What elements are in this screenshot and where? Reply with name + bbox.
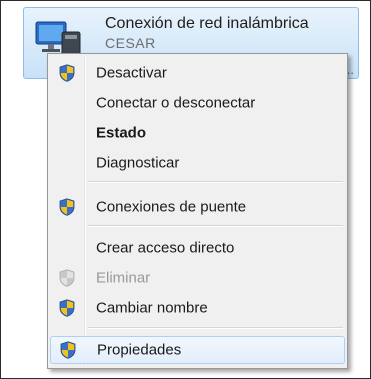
- menu-item-label: Cambiar nombre: [96, 299, 208, 317]
- menu-item-propiedades[interactable]: Propiedades: [50, 336, 345, 364]
- uac-shield-icon: [60, 341, 76, 359]
- menu-item-label: Diagnosticar: [96, 154, 180, 172]
- network-name: Conexión de red inalámbrica: [105, 15, 309, 32]
- menu-separator: [88, 225, 343, 227]
- menu-item-conexiones-puente[interactable]: Conexiones de puente: [50, 193, 345, 221]
- menu-item-label: Desactivar: [96, 64, 167, 82]
- menu-item-diagnosticar[interactable]: Diagnosticar: [50, 149, 345, 177]
- menu-separator: [88, 327, 343, 329]
- uac-shield-icon: [59, 64, 75, 82]
- menu-item-cambiar-nombre[interactable]: Cambiar nombre: [50, 294, 345, 322]
- menu-item-eliminar: Eliminar: [50, 264, 345, 292]
- menu-item-label: Eliminar: [96, 269, 151, 287]
- uac-shield-icon: [59, 299, 75, 317]
- menu-item-conectar-desconectar[interactable]: Conectar o desconectar: [50, 89, 345, 117]
- uac-shield-icon: [59, 269, 75, 287]
- network-ssid: CESAR: [105, 35, 156, 51]
- menu-separator: [88, 181, 343, 183]
- context-menu: Desactivar Conectar o desconectar Estado…: [47, 53, 348, 369]
- window-frame: Conexión de red inalámbrica CESAR 2... D…: [0, 0, 371, 379]
- menu-item-label: Estado: [96, 124, 147, 142]
- menu-item-desactivar[interactable]: Desactivar: [50, 59, 345, 87]
- menu-item-crear-acceso-directo[interactable]: Crear acceso directo: [50, 234, 345, 262]
- menu-item-label: Conexiones de puente: [96, 198, 247, 216]
- menu-item-label: Propiedades: [97, 341, 182, 359]
- uac-shield-icon: [59, 198, 75, 216]
- menu-item-label: Crear acceso directo: [96, 239, 235, 257]
- menu-item-label: Conectar o desconectar: [96, 94, 256, 112]
- menu-item-estado[interactable]: Estado: [50, 119, 345, 147]
